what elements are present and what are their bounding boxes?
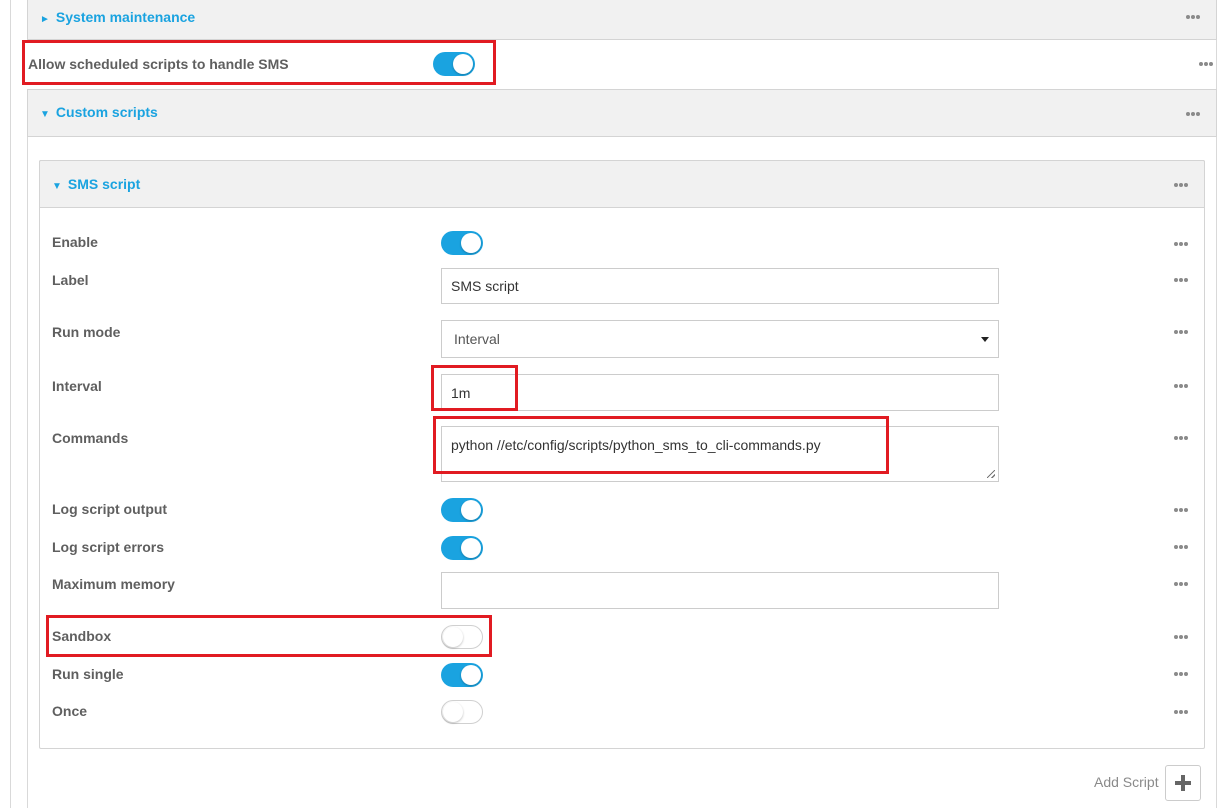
sandbox-toggle[interactable] [441,625,483,649]
custom-scripts-title[interactable]: ▼ Custom scripts [40,104,158,120]
more-dots-icon[interactable] [1199,62,1213,66]
log-output-toggle[interactable] [441,498,483,522]
enable-toggle[interactable] [441,231,483,255]
sms-script-title[interactable]: ▼ SMS script [52,176,140,192]
more-dots-icon[interactable] [1174,582,1188,586]
run-mode-label: Run mode [52,324,121,340]
more-dots-icon[interactable] [1174,545,1188,549]
run-mode-select[interactable]: Interval [441,320,999,358]
custom-scripts-header[interactable] [27,89,1217,137]
more-dots-icon[interactable] [1174,710,1188,714]
caret-right-icon: ► [40,14,50,25]
custom-scripts-border-right [1216,136,1217,808]
add-script-button[interactable] [1165,765,1201,801]
more-dots-icon[interactable] [1174,384,1188,388]
more-dots-icon[interactable] [1186,15,1200,19]
custom-scripts-border-left [27,136,28,808]
more-dots-icon[interactable] [1174,436,1188,440]
once-toggle[interactable] [441,700,483,724]
caret-down-icon: ▼ [52,181,62,192]
caret-down-icon: ▼ [40,109,50,120]
sandbox-label: Sandbox [52,628,112,644]
plus-icon [1175,775,1191,791]
label-input[interactable]: SMS script [441,268,999,304]
more-dots-icon[interactable] [1174,242,1188,246]
outer-border-left [10,0,11,808]
commands-label: Commands [52,430,129,446]
resize-grip-icon[interactable] [987,470,995,478]
more-dots-icon[interactable] [1174,508,1188,512]
more-dots-icon[interactable] [1174,330,1188,334]
commands-textarea[interactable]: python //etc/config/scripts/python_sms_t… [441,426,999,482]
interval-label: Interval [52,378,102,394]
allow-sms-toggle[interactable] [433,52,475,76]
enable-label: Enable [52,234,98,250]
sms-script-header[interactable] [39,160,1205,208]
run-single-label: Run single [52,666,124,682]
more-dots-icon[interactable] [1174,278,1188,282]
add-script-label[interactable]: Add Script [1094,774,1159,790]
more-dots-icon[interactable] [1186,112,1200,116]
max-memory-label: Maximum memory [52,576,175,592]
log-output-label: Log script output [52,501,168,517]
label-label: Label [52,272,89,288]
more-dots-icon[interactable] [1174,183,1188,187]
run-single-toggle[interactable] [441,663,483,687]
allow-sms-label: Allow scheduled scripts to handle SMS [28,56,289,72]
once-label: Once [52,703,88,719]
more-dots-icon[interactable] [1174,635,1188,639]
log-errors-toggle[interactable] [441,536,483,560]
log-errors-label: Log script errors [52,539,165,555]
interval-input[interactable]: 1m [441,374,999,411]
system-maintenance-header[interactable] [27,0,1217,40]
dropdown-caret-icon [981,337,989,342]
more-dots-icon[interactable] [1174,672,1188,676]
max-memory-input[interactable] [441,572,999,609]
system-maintenance-title[interactable]: ► System maintenance [40,9,195,25]
